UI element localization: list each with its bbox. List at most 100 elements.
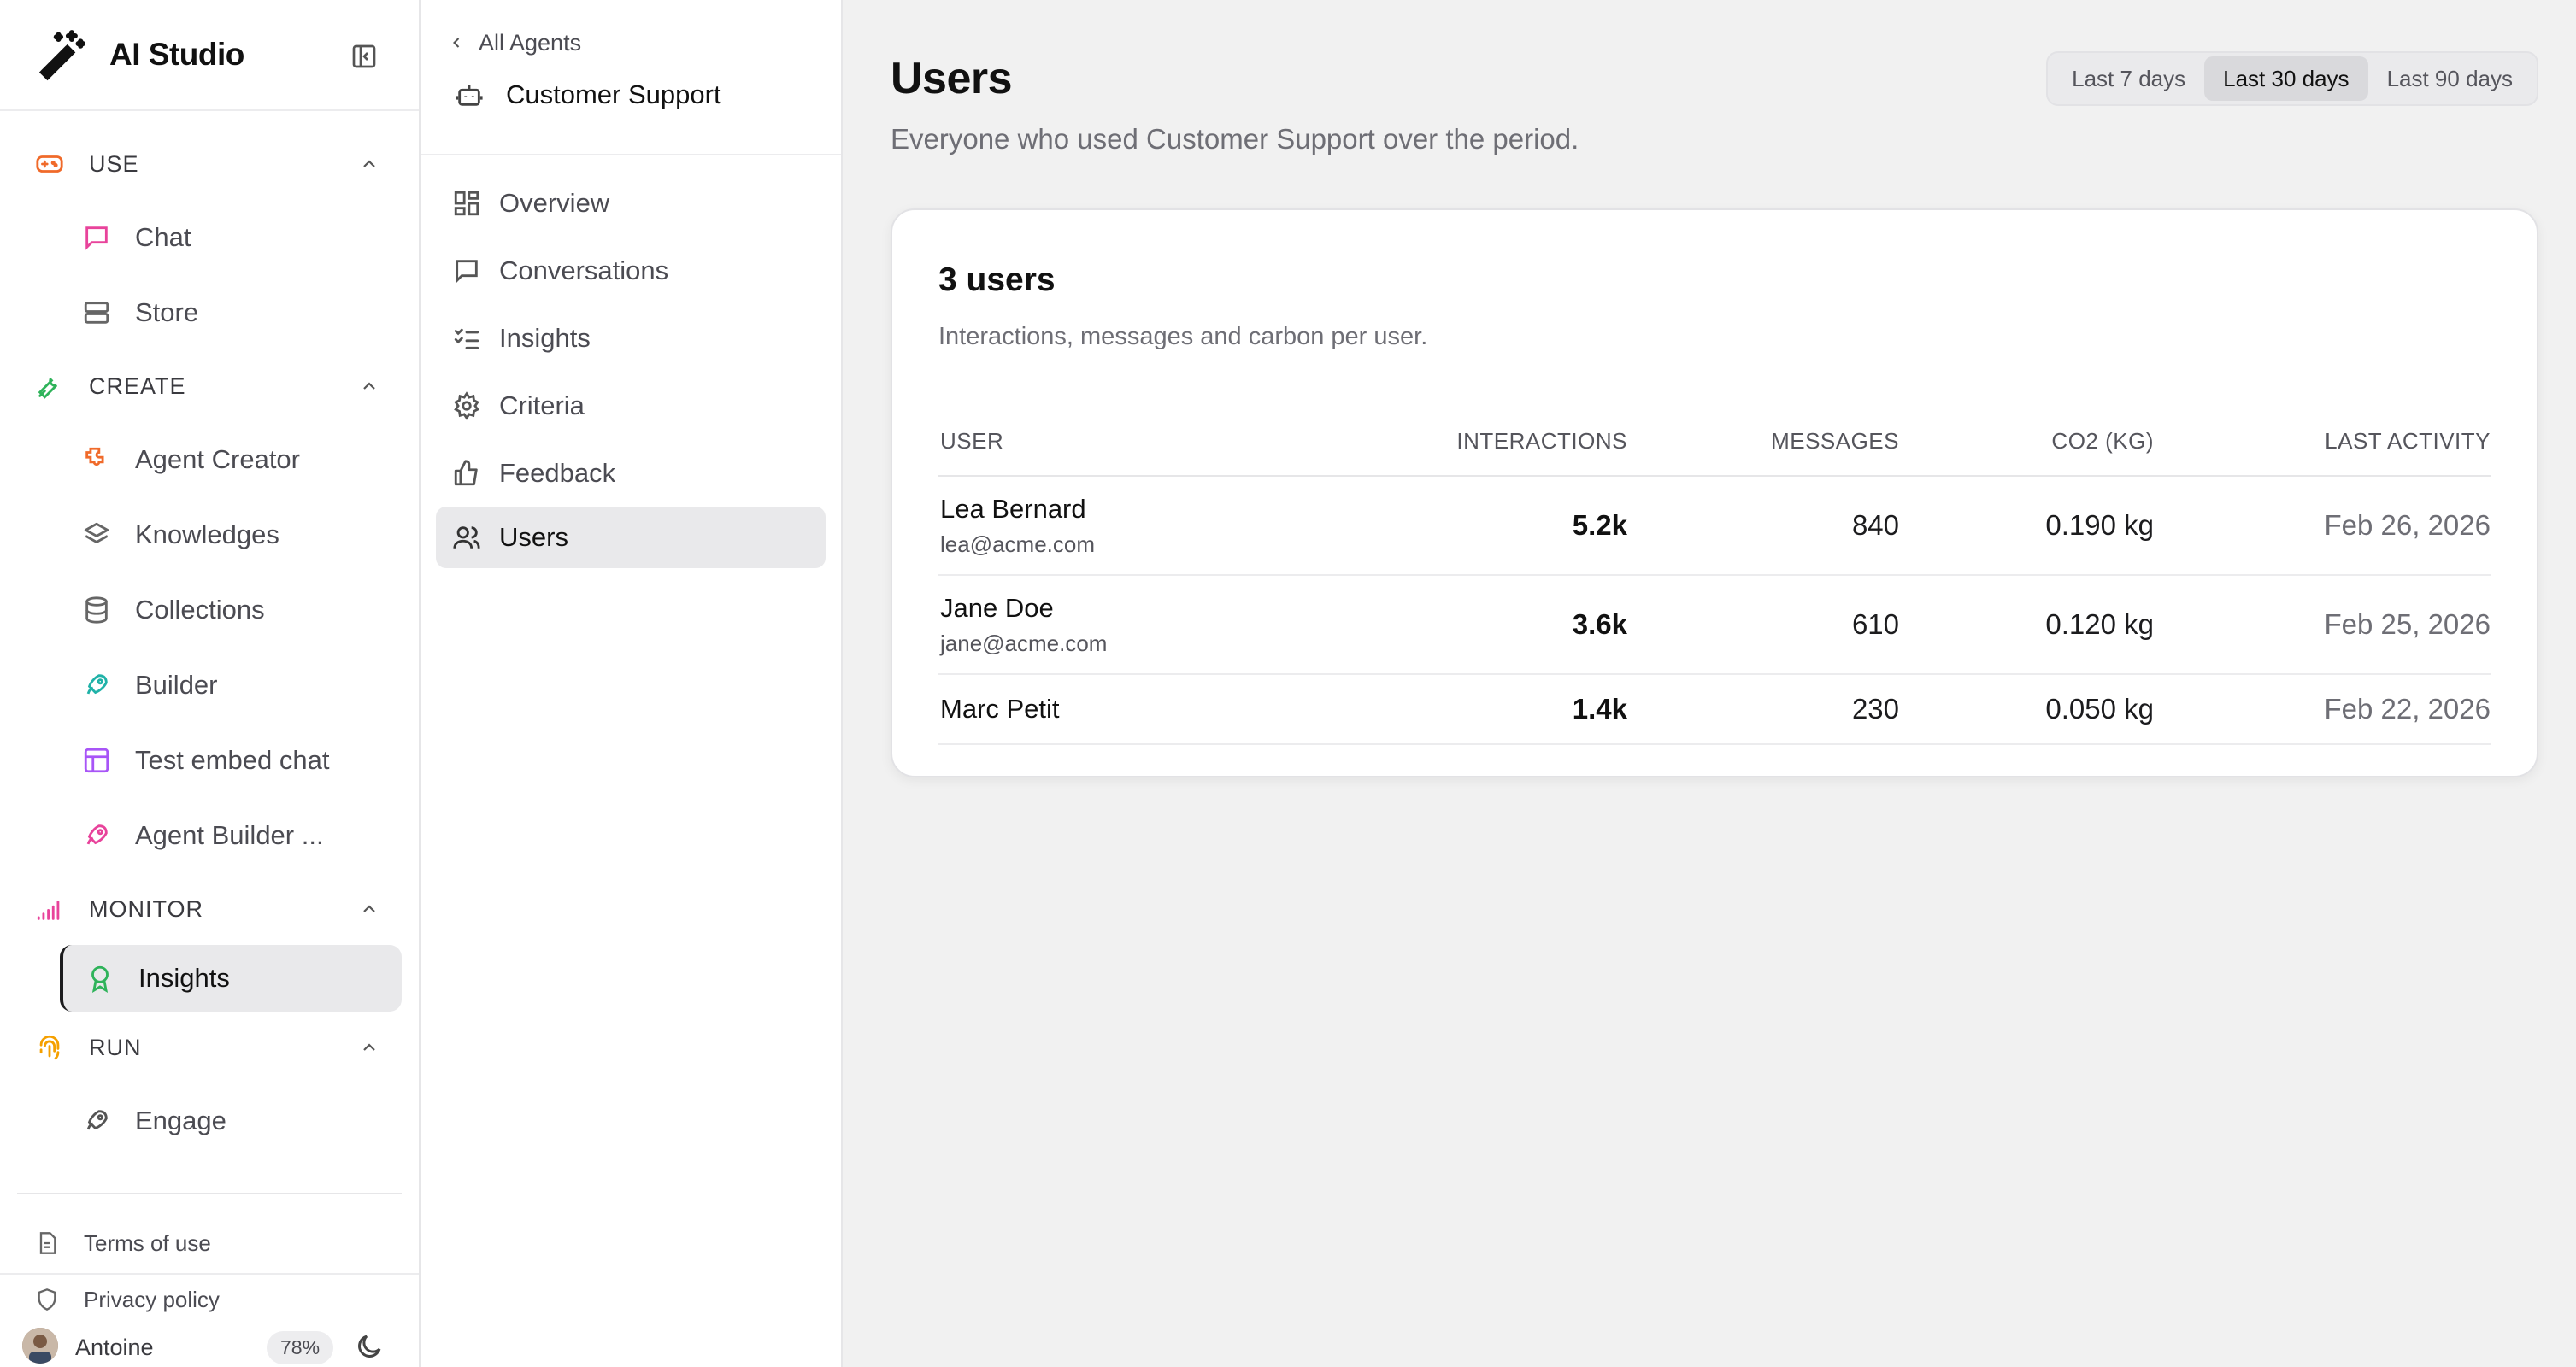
sidebar-item-label: Chat (135, 222, 191, 252)
column-header-messages[interactable]: MESSAGES (1627, 428, 1899, 455)
thumbs-up-icon (451, 458, 482, 489)
table-row[interactable]: Lea Bernard lea@acme.com 5.2k 840 0.190 … (938, 477, 2491, 576)
chevron-up-icon[interactable] (359, 899, 379, 919)
table-row[interactable]: Jane Doe jane@acme.com 3.6k 610 0.120 kg… (938, 576, 2491, 675)
column-header-co2[interactable]: CO2 (KG) (1899, 428, 2154, 455)
server-icon (80, 296, 113, 329)
range-last-7-days[interactable]: Last 7 days (2053, 56, 2204, 101)
messages-value: 840 (1851, 509, 1899, 541)
subnav-item-label: Users (499, 522, 568, 552)
layers-icon (80, 519, 113, 551)
user-name: Lea Bernard (940, 493, 1086, 524)
back-to-all-agents[interactable]: All Agents (421, 21, 841, 65)
layout-icon (80, 744, 113, 777)
chevron-up-icon[interactable] (359, 1037, 379, 1058)
subnav-item-feedback[interactable]: Feedback (421, 439, 841, 507)
agent-header: Customer Support (421, 65, 841, 125)
user-bar[interactable]: Antoine 78% (0, 1273, 419, 1367)
rocket-icon (80, 819, 113, 852)
subnav-item-label: Conversations (499, 255, 669, 285)
section-label: CREATE (89, 373, 186, 399)
back-label: All Agents (479, 29, 582, 56)
range-last-30-days[interactable]: Last 30 days (2204, 56, 2368, 101)
interactions-value: 3.6k (1572, 608, 1627, 640)
chevron-up-icon[interactable] (359, 154, 379, 174)
section-run[interactable]: RUN (0, 1012, 419, 1083)
award-icon (84, 962, 116, 994)
subnav-item-users[interactable]: Users (436, 507, 826, 568)
user-cell: Marc Petit (938, 694, 1383, 725)
subnav-item-label: Insights (499, 322, 591, 353)
card-subtitle: Interactions, messages and carbon per us… (938, 323, 1428, 350)
user-email: lea@acme.com (940, 531, 1096, 557)
range-last-90-days[interactable]: Last 90 days (2368, 56, 2532, 101)
user-name: Marc Petit (940, 694, 1060, 724)
chevron-up-icon[interactable] (359, 376, 379, 396)
chevron-left-icon (448, 34, 465, 51)
sidebar-item-label: Engage (135, 1106, 226, 1135)
sidebar: AI Studio USE Chat Store CREATE Agent Cr… (0, 0, 421, 1367)
subnav-item-conversations[interactable]: Conversations (421, 237, 841, 304)
section-use[interactable]: USE (0, 128, 419, 200)
rocket-icon (80, 1105, 113, 1137)
user-cell: Lea Bernard lea@acme.com (938, 494, 1383, 558)
page-subtitle: Everyone who used Customer Support over … (891, 123, 1579, 155)
dashboard-icon (451, 188, 482, 219)
sidebar-item-chat[interactable]: Chat (0, 200, 419, 275)
subnav-item-criteria[interactable]: Criteria (421, 372, 841, 439)
gamepad-icon (34, 149, 65, 179)
sidebar-item-builder[interactable]: Builder (0, 648, 419, 723)
sidebar-item-test-embed-chat[interactable]: Test embed chat (0, 723, 419, 798)
section-monitor[interactable]: MONITOR (0, 873, 419, 945)
last-activity-value: Feb 25, 2026 (2324, 608, 2491, 640)
legal-link-label: Terms of use (84, 1229, 211, 1256)
agent-subnav: All Agents Customer Support Overview Con… (421, 0, 843, 1367)
section-create[interactable]: CREATE (0, 350, 419, 422)
table-header: USER INTERACTIONS MESSAGES CO2 (KG) LAST… (938, 407, 2491, 477)
co2-value: 0.190 kg (2045, 509, 2154, 541)
signal-bars-icon (34, 894, 65, 924)
sidebar-item-knowledges[interactable]: Knowledges (0, 497, 419, 572)
bot-icon (455, 79, 485, 110)
sidebar-item-label: Agent Creator (135, 444, 300, 474)
main-content: Users Everyone who used Customer Support… (843, 0, 2576, 1367)
collapse-sidebar-icon[interactable] (350, 43, 378, 70)
co2-value: 0.050 kg (2045, 693, 2154, 725)
terms-of-use-link[interactable]: Terms of use (0, 1215, 419, 1271)
section-label: MONITOR (89, 895, 203, 922)
column-header-user[interactable]: USER (938, 428, 1383, 455)
users-card: 3 users Interactions, messages and carbo… (891, 208, 2538, 777)
sidebar-item-label: Insights (138, 963, 230, 993)
co2-value: 0.120 kg (2045, 608, 2154, 640)
subnav-item-insights[interactable]: Insights (421, 304, 841, 372)
users-icon (451, 522, 482, 553)
user-name: Jane Doe (940, 592, 1054, 623)
sidebar-item-collections[interactable]: Collections (0, 572, 419, 648)
subnav-item-label: Feedback (499, 457, 616, 488)
avatar[interactable] (22, 1328, 58, 1364)
column-header-interactions[interactable]: INTERACTIONS (1383, 428, 1627, 455)
sidebar-item-agent-builder[interactable]: Agent Builder ... (0, 798, 419, 873)
sidebar-item-label: Test embed chat (135, 745, 330, 775)
sidebar-nav: USE Chat Store CREATE Agent Creator Know… (0, 111, 419, 1328)
puzzle-icon (80, 443, 113, 476)
wrench-icon (34, 371, 65, 402)
agent-name: Customer Support (506, 79, 721, 109)
subnav-item-overview[interactable]: Overview (421, 169, 841, 237)
sidebar-item-label: Collections (135, 595, 265, 625)
sidebar-item-engage[interactable]: Engage (0, 1083, 419, 1159)
table-row[interactable]: Marc Petit 1.4k 230 0.050 kg Feb 22, 202… (938, 675, 2491, 745)
sidebar-item-insights[interactable]: Insights (60, 945, 402, 1012)
file-text-icon (34, 1230, 60, 1256)
gear-icon (451, 390, 482, 421)
usage-badge: 78% (267, 1331, 334, 1364)
section-label: USE (89, 150, 139, 177)
messages-value: 610 (1851, 608, 1899, 640)
column-header-last-activity[interactable]: LAST ACTIVITY (2154, 428, 2491, 455)
subnav-item-label: Criteria (499, 390, 585, 420)
sidebar-item-store[interactable]: Store (0, 275, 419, 350)
moon-icon[interactable] (354, 1331, 385, 1362)
sidebar-item-agent-creator[interactable]: Agent Creator (0, 422, 419, 497)
sidebar-item-label: Knowledges (135, 519, 279, 549)
database-icon (80, 594, 113, 626)
